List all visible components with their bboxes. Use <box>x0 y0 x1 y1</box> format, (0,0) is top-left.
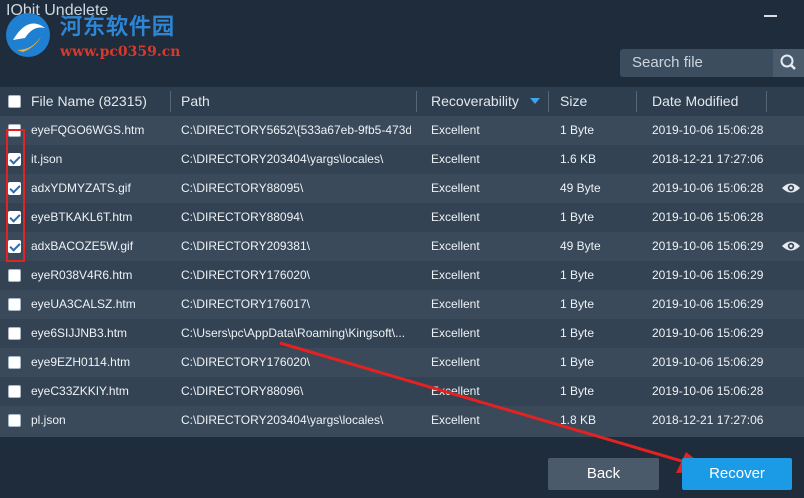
column-divider[interactable] <box>416 91 417 112</box>
table-header: File Name (82315) Path Recoverability Si… <box>0 87 804 116</box>
file-name-cell: adxYDMYZATS.gif <box>31 181 131 195</box>
recoverability-cell: Excellent <box>431 297 480 311</box>
recoverability-cell: Excellent <box>431 123 480 137</box>
size-cell: 1 Byte <box>560 268 595 282</box>
path-cell: C:\DIRECTORY88096\ <box>181 384 304 398</box>
table-row[interactable]: pl.json C:\DIRECTORY203404\yargs\locales\… <box>0 406 804 435</box>
file-name-cell: eye6SIJJNB3.htm <box>31 326 128 340</box>
path-cell: C:\DIRECTORY5652\{533a67eb-9fb5-473d... <box>181 123 411 137</box>
date-modified-cell: 2018-12-21 17:27:06 <box>652 413 764 427</box>
search-icon <box>780 54 796 70</box>
column-header-file-name[interactable]: File Name (82315) <box>31 87 147 116</box>
back-button[interactable]: Back <box>548 458 659 490</box>
path-cell: C:\DIRECTORY176017\ <box>181 297 310 311</box>
path-cell: C:\Users\pc\AppData\Roaming\Kingsoft\... <box>181 326 406 340</box>
recover-button[interactable]: Recover <box>682 458 792 490</box>
row-checkbox[interactable] <box>8 356 21 369</box>
date-modified-cell: 2019-10-06 15:06:29 <box>652 355 764 369</box>
column-header-recoverability[interactable]: Recoverability <box>431 87 519 116</box>
select-all-checkbox[interactable] <box>8 95 21 108</box>
size-cell: 1 Byte <box>560 326 595 340</box>
file-name-cell: eyeR038V4R6.htm <box>31 268 133 282</box>
watermark: 河东软件园 www.pc0359.cn <box>0 2 230 64</box>
row-checkbox[interactable] <box>8 327 21 340</box>
path-cell: C:\DIRECTORY203404\yargs\locales\ <box>181 152 384 166</box>
table-row[interactable]: eyeBTKAKL6T.htm C:\DIRECTORY88094\ Excelle… <box>0 203 804 232</box>
eye-icon[interactable] <box>781 182 801 194</box>
file-name-cell: pl.json <box>31 413 66 427</box>
recoverability-cell: Excellent <box>431 355 480 369</box>
table-row[interactable]: eyeFQGO6WGS.htm C:\DIRECTORY5652\{533a67e… <box>0 116 804 145</box>
recoverability-cell: Excellent <box>431 384 480 398</box>
column-header-path[interactable]: Path <box>181 87 210 116</box>
table-row[interactable]: eyeC33ZKKIY.htm C:\DIRECTORY88096\ Excelle… <box>0 377 804 406</box>
recoverability-cell: Excellent <box>431 413 480 427</box>
table-row[interactable]: eye9EZH0114.htm C:\DIRECTORY176020\ Excell… <box>0 348 804 377</box>
file-name-cell: adxBACOZE5W.gif <box>31 239 134 253</box>
row-checkbox[interactable] <box>8 298 21 311</box>
file-name-cell: eyeBTKAKL6T.htm <box>31 210 133 224</box>
file-name-cell: eye9EZH0114.htm <box>31 355 131 369</box>
size-cell: 1 Byte <box>560 384 595 398</box>
file-name-cell: eyeFQGO6WGS.htm <box>31 123 145 137</box>
size-cell: 49 Byte <box>560 181 601 195</box>
search-button[interactable] <box>773 49 804 77</box>
column-header-size[interactable]: Size <box>560 87 587 116</box>
path-cell: C:\DIRECTORY209381\ <box>181 239 310 253</box>
search-input[interactable]: Search file <box>620 49 773 77</box>
file-table: File Name (82315) Path Recoverability Si… <box>0 87 804 437</box>
date-modified-cell: 2019-10-06 15:06:29 <box>652 326 764 340</box>
table-row[interactable]: adxYDMYZATS.gif C:\DIRECTORY88095\ Excelle… <box>0 174 804 203</box>
date-modified-cell: 2019-10-06 15:06:28 <box>652 123 764 137</box>
date-modified-cell: 2019-10-06 15:06:29 <box>652 239 764 253</box>
row-checkbox[interactable] <box>8 414 21 427</box>
date-modified-cell: 2019-10-06 15:06:29 <box>652 268 764 282</box>
watermark-name: 河东软件园 <box>60 15 176 40</box>
table-row[interactable]: eyeUA3CALSZ.htm C:\DIRECTORY176017\ Excell… <box>0 290 804 319</box>
path-cell: C:\DIRECTORY176020\ <box>181 268 310 282</box>
date-modified-cell: 2019-10-06 15:06:28 <box>652 210 764 224</box>
size-cell: 1 Byte <box>560 210 595 224</box>
column-header-date-modified[interactable]: Date Modified <box>652 87 738 116</box>
date-modified-cell: 2019-10-06 15:06:29 <box>652 297 764 311</box>
table-row[interactable]: it.json C:\DIRECTORY203404\yargs\locales\… <box>0 145 804 174</box>
column-divider[interactable] <box>766 91 767 112</box>
row-checkbox[interactable] <box>8 385 21 398</box>
watermark-logo-icon <box>6 13 50 57</box>
path-cell: C:\DIRECTORY176020\ <box>181 355 310 369</box>
recoverability-cell: Excellent <box>431 181 480 195</box>
column-divider[interactable] <box>636 91 637 112</box>
recoverability-cell: Excellent <box>431 326 480 340</box>
file-name-cell: eyeC33ZKKIY.htm <box>31 384 129 398</box>
size-cell: 49 Byte <box>560 239 601 253</box>
table-row[interactable]: adxBACOZE5W.gif C:\DIRECTORY209381\ Excell… <box>0 232 804 261</box>
path-cell: C:\DIRECTORY88094\ <box>181 210 304 224</box>
size-cell: 1.6 KB <box>560 152 597 166</box>
date-modified-cell: 2019-10-06 15:06:28 <box>652 384 764 398</box>
annotation-highlight-box <box>6 129 25 262</box>
row-checkbox[interactable] <box>8 269 21 282</box>
recoverability-cell: Excellent <box>431 152 480 166</box>
size-cell: 1 Byte <box>560 297 595 311</box>
column-divider[interactable] <box>548 91 549 112</box>
date-modified-cell: 2019-10-06 15:06:28 <box>652 181 764 195</box>
recoverability-cell: Excellent <box>431 210 480 224</box>
date-modified-cell: 2018-12-21 17:27:06 <box>652 152 764 166</box>
table-row[interactable]: eye6SIJJNB3.htm C:\Users\pc\AppData\Roami… <box>0 319 804 348</box>
file-name-cell: it.json <box>31 152 63 166</box>
size-cell: 1 Byte <box>560 123 595 137</box>
minimize-button[interactable] <box>763 9 779 25</box>
recoverability-cell: Excellent <box>431 268 480 282</box>
size-cell: 1 Byte <box>560 355 595 369</box>
eye-icon[interactable] <box>781 240 801 252</box>
table-row[interactable]: eyeR038V4R6.htm C:\DIRECTORY176020\ Excell… <box>0 261 804 290</box>
path-cell: C:\DIRECTORY203404\yargs\locales\ <box>181 413 384 427</box>
sort-desc-icon <box>530 98 540 104</box>
path-cell: C:\DIRECTORY88095\ <box>181 181 304 195</box>
watermark-url: www.pc0359.cn <box>60 44 181 60</box>
recoverability-cell: Excellent <box>431 239 480 253</box>
column-divider[interactable] <box>170 91 171 112</box>
size-cell: 1.8 KB <box>560 413 597 427</box>
file-name-cell: eyeUA3CALSZ.htm <box>31 297 136 311</box>
